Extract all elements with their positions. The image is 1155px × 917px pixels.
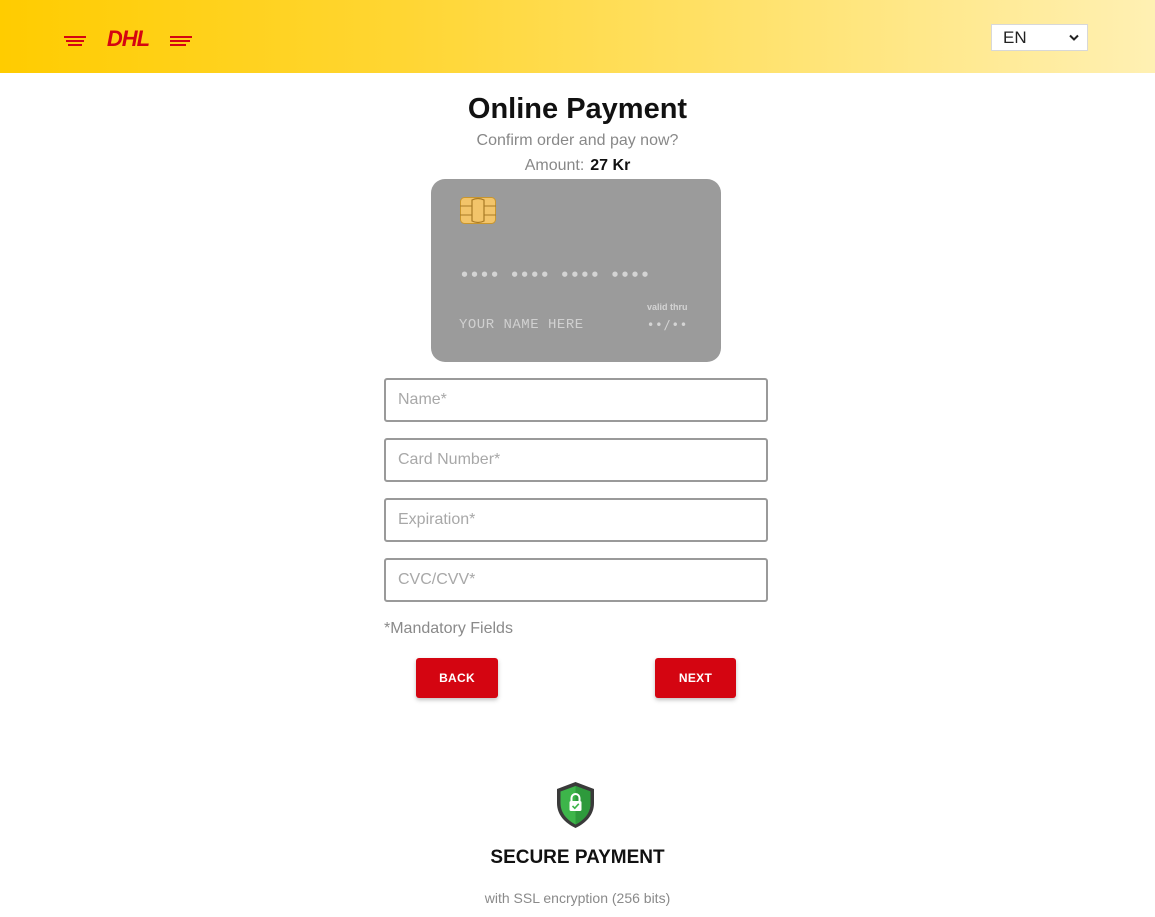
card-expiry-mask: ••/•• xyxy=(647,318,689,332)
back-button[interactable]: BACK xyxy=(416,658,498,698)
next-button[interactable]: NEXT xyxy=(655,658,736,698)
cvc-input[interactable] xyxy=(384,558,768,602)
expiration-input[interactable] xyxy=(384,498,768,542)
page-title: Online Payment xyxy=(467,93,688,125)
card-chip-icon xyxy=(460,197,496,224)
name-input[interactable] xyxy=(384,378,768,422)
amount-value: 27 Kr xyxy=(590,157,631,174)
amount-row: Amount: 27 Kr xyxy=(0,157,1155,175)
secure-payment-title: SECURE PAYMENT xyxy=(490,847,665,868)
page-subtitle: Confirm order and pay now? xyxy=(476,132,679,149)
chevron-down-icon xyxy=(1069,34,1079,41)
svg-text:DHL: DHL xyxy=(107,27,150,49)
card-holder-name: YOUR NAME HERE xyxy=(459,317,584,333)
header-bar: DHL EN xyxy=(0,0,1155,73)
card-number-input[interactable] xyxy=(384,438,768,482)
amount-label: Amount: xyxy=(524,157,585,174)
secure-shield-icon xyxy=(557,782,594,828)
language-select[interactable]: EN xyxy=(991,24,1088,51)
mandatory-fields-note: *Mandatory Fields xyxy=(384,620,513,637)
valid-thru-label: valid thru xyxy=(647,302,688,312)
credit-card-preview: •••• •••• •••• •••• YOUR NAME HERE valid… xyxy=(431,179,721,362)
dhl-logo[interactable]: DHL xyxy=(64,27,192,49)
ssl-encryption-note: with SSL encryption (256 bits) xyxy=(484,890,671,906)
language-select-value: EN xyxy=(1003,28,1027,47)
card-number-mask: •••• •••• •••• •••• xyxy=(460,266,651,284)
